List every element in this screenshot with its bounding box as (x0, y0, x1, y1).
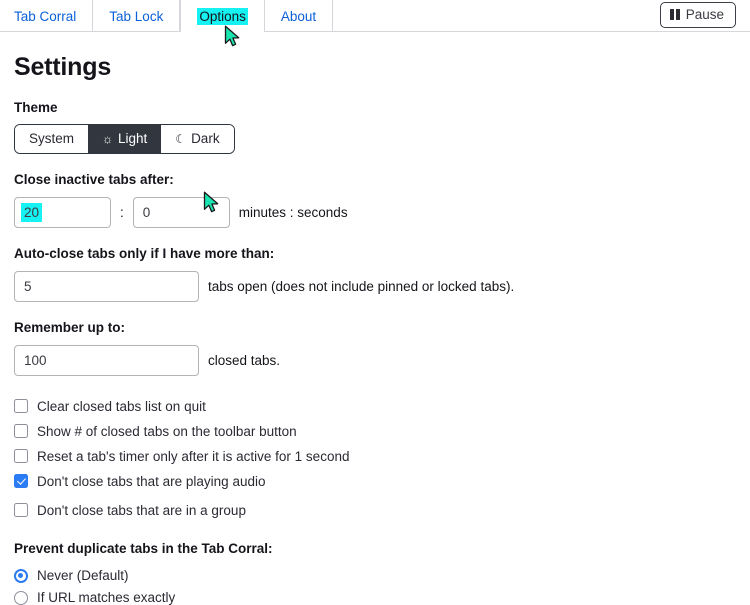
minutes-input[interactable] (14, 196, 111, 228)
theme-option-dark[interactable]: ☾ Dark (161, 125, 234, 153)
theme-option-label: System (29, 131, 75, 146)
close-inactive-row: 20 : minutes : seconds (14, 196, 736, 228)
duplicates-label: Prevent duplicate tabs in the Tab Corral… (14, 540, 273, 556)
checkbox-row-show-count-toolbar[interactable]: Show # of closed tabs on the toolbar but… (14, 419, 736, 444)
radio-row-url-match[interactable]: If URL matches exactly (14, 587, 736, 605)
theme-option-label: Light (118, 131, 148, 146)
tab-label: Options (197, 7, 248, 25)
checkbox-show-count-toolbar[interactable] (14, 424, 28, 438)
pause-icon (670, 9, 680, 21)
remember-row: closed tabs. (14, 344, 736, 376)
seconds-input[interactable] (132, 196, 230, 228)
moon-icon: ☾ (175, 131, 187, 146)
min-tabs-input[interactable] (14, 270, 199, 302)
remember-suffix: closed tabs. (208, 352, 281, 368)
radio-never[interactable] (14, 568, 28, 583)
checkbox-label: Reset a tab's timer only after it is act… (37, 448, 350, 464)
checkbox-row-clear-closed-tabs[interactable]: Clear closed tabs list on quit (14, 394, 736, 419)
tab-about[interactable]: About (264, 0, 334, 32)
checkbox-in-a-group[interactable] (14, 503, 28, 517)
settings-content: Settings Theme System ☼ Light ☾ Dark Clo… (0, 53, 750, 605)
theme-option-system[interactable]: System (15, 125, 89, 153)
checkbox-label: Don't close tabs that are playing audio (37, 473, 266, 489)
checkbox-label: Show # of closed tabs on the toolbar but… (37, 423, 297, 439)
auto-close-suffix: tabs open (does not include pinned or lo… (208, 278, 515, 294)
tab-label: Tab Lock (109, 8, 164, 24)
tab-label: About (280, 8, 317, 24)
theme-option-light[interactable]: ☼ Light (88, 125, 162, 153)
checkbox-label: Don't close tabs that are in a group (37, 502, 246, 518)
time-unit-label: minutes : seconds (238, 204, 348, 220)
checkbox-row-playing-audio[interactable]: Don't close tabs that are playing audio (14, 469, 736, 494)
auto-close-label: Auto-close tabs only if I have more than… (14, 245, 275, 261)
minutes-field-wrapper: 20 (14, 196, 111, 228)
remember-count-input[interactable] (14, 344, 199, 376)
duplicates-radio-group: Never (Default) If URL matches exactly I… (14, 565, 736, 605)
pause-button-label: Pause (685, 7, 724, 22)
options-checkbox-group: Clear closed tabs list on quit Show # of… (14, 394, 736, 523)
tab-bar: Tab Corral Tab Lock Options About Pause (0, 0, 750, 32)
theme-segmented-control: System ☼ Light ☾ Dark (14, 124, 235, 154)
checkbox-label: Clear closed tabs list on quit (37, 398, 206, 414)
radio-label: If URL matches exactly (37, 590, 176, 605)
radio-url-match[interactable] (14, 590, 28, 605)
tab-tab-lock[interactable]: Tab Lock (93, 0, 181, 32)
auto-close-row: tabs open (does not include pinned or lo… (14, 270, 736, 302)
pause-button-container: Pause (660, 2, 736, 28)
remember-label: Remember up to: (14, 319, 126, 335)
pause-button[interactable]: Pause (660, 2, 736, 28)
tab-label: Tab Corral (14, 8, 77, 24)
close-inactive-label: Close inactive tabs after: (14, 171, 174, 187)
tab-bar-underline (0, 31, 750, 32)
radio-row-never[interactable]: Never (Default) (14, 565, 736, 587)
theme-option-label: Dark (191, 131, 220, 146)
tab-tab-corral[interactable]: Tab Corral (0, 0, 94, 32)
checkbox-row-reset-timer[interactable]: Reset a tab's timer only after it is act… (14, 444, 736, 469)
radio-label: Never (Default) (37, 568, 129, 583)
page-title: Settings (14, 53, 112, 81)
checkbox-playing-audio[interactable] (14, 474, 28, 488)
theme-section-label: Theme (14, 100, 58, 115)
sun-icon: ☼ (102, 131, 114, 146)
checkbox-reset-timer[interactable] (14, 449, 28, 463)
time-separator: : (120, 204, 124, 220)
checkbox-row-in-a-group[interactable]: Don't close tabs that are in a group (14, 498, 736, 523)
checkbox-clear-closed-tabs[interactable] (14, 399, 28, 413)
tab-options[interactable]: Options (180, 0, 265, 32)
tab-list: Tab Corral Tab Lock Options About (0, 0, 334, 32)
